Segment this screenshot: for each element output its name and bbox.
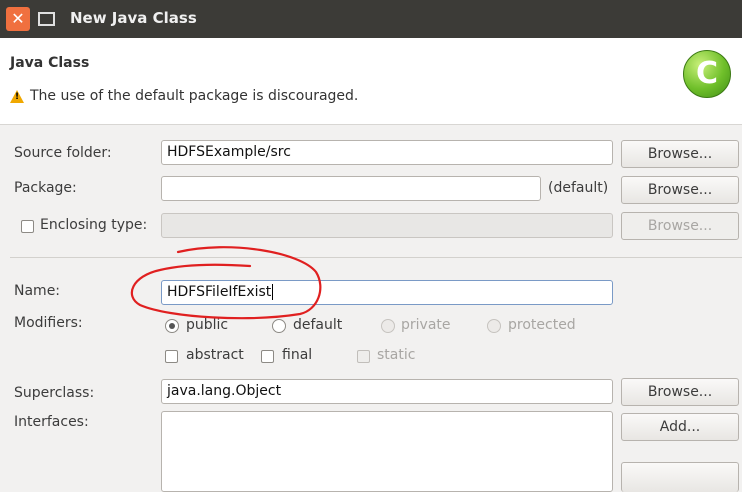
package-input[interactable] [161, 176, 541, 201]
superclass-input[interactable]: java.lang.Object [161, 379, 613, 404]
package-label: Package: [14, 180, 77, 196]
separator [10, 257, 742, 258]
superclass-label: Superclass: [14, 385, 95, 401]
package-default-label: (default) [548, 180, 609, 196]
interfaces-add-button[interactable]: Add... [621, 413, 739, 441]
enclosing-type-label: Enclosing type: [40, 217, 148, 233]
radio-default[interactable] [272, 319, 286, 333]
static-checkbox[interactable] [357, 350, 370, 363]
interfaces-label: Interfaces: [14, 414, 89, 430]
name-input[interactable]: HDFSFileIfExist [161, 280, 613, 305]
radio-protected[interactable] [487, 319, 501, 333]
warning-text: The use of the default package is discou… [30, 88, 359, 104]
radio-private[interactable] [381, 319, 395, 333]
title-bar: ✕ New Java Class [0, 0, 742, 38]
close-button[interactable]: ✕ [6, 7, 30, 31]
window-title: New Java Class [70, 9, 197, 27]
text-caret [272, 284, 274, 300]
java-class-icon: C [683, 50, 731, 98]
interfaces-list[interactable] [161, 411, 613, 492]
package-browse-button[interactable]: Browse... [621, 176, 739, 204]
radio-public[interactable] [165, 319, 179, 333]
radio-public-label: public [186, 317, 229, 333]
source-folder-label: Source folder: [14, 145, 112, 161]
warning-icon: ! [10, 89, 24, 103]
static-label: static [377, 347, 416, 363]
warning-message: ! The use of the default package is disc… [10, 88, 358, 104]
dialog-header: Java Class ! The use of the default pack… [0, 38, 742, 125]
source-folder-input[interactable]: HDFSExample/src [161, 140, 613, 165]
radio-private-label: private [401, 317, 451, 333]
enclosing-type-checkbox[interactable] [21, 220, 34, 233]
superclass-browse-button[interactable]: Browse... [621, 378, 739, 406]
maximize-button[interactable] [38, 12, 55, 26]
enclosing-type-input[interactable] [161, 213, 613, 238]
radio-protected-label: protected [508, 317, 576, 333]
abstract-label: abstract [186, 347, 244, 363]
enclosing-type-browse-button[interactable]: Browse... [621, 212, 739, 240]
final-label: final [282, 347, 313, 363]
final-checkbox[interactable] [261, 350, 274, 363]
abstract-checkbox[interactable] [165, 350, 178, 363]
modifiers-label: Modifiers: [14, 315, 83, 331]
name-value: HDFSFileIfExist [167, 284, 272, 300]
source-folder-browse-button[interactable]: Browse... [621, 140, 739, 168]
close-icon: ✕ [11, 9, 25, 28]
interfaces-remove-button[interactable] [621, 462, 739, 492]
radio-default-label: default [293, 317, 343, 333]
name-label: Name: [14, 283, 61, 299]
page-title: Java Class [10, 55, 90, 71]
